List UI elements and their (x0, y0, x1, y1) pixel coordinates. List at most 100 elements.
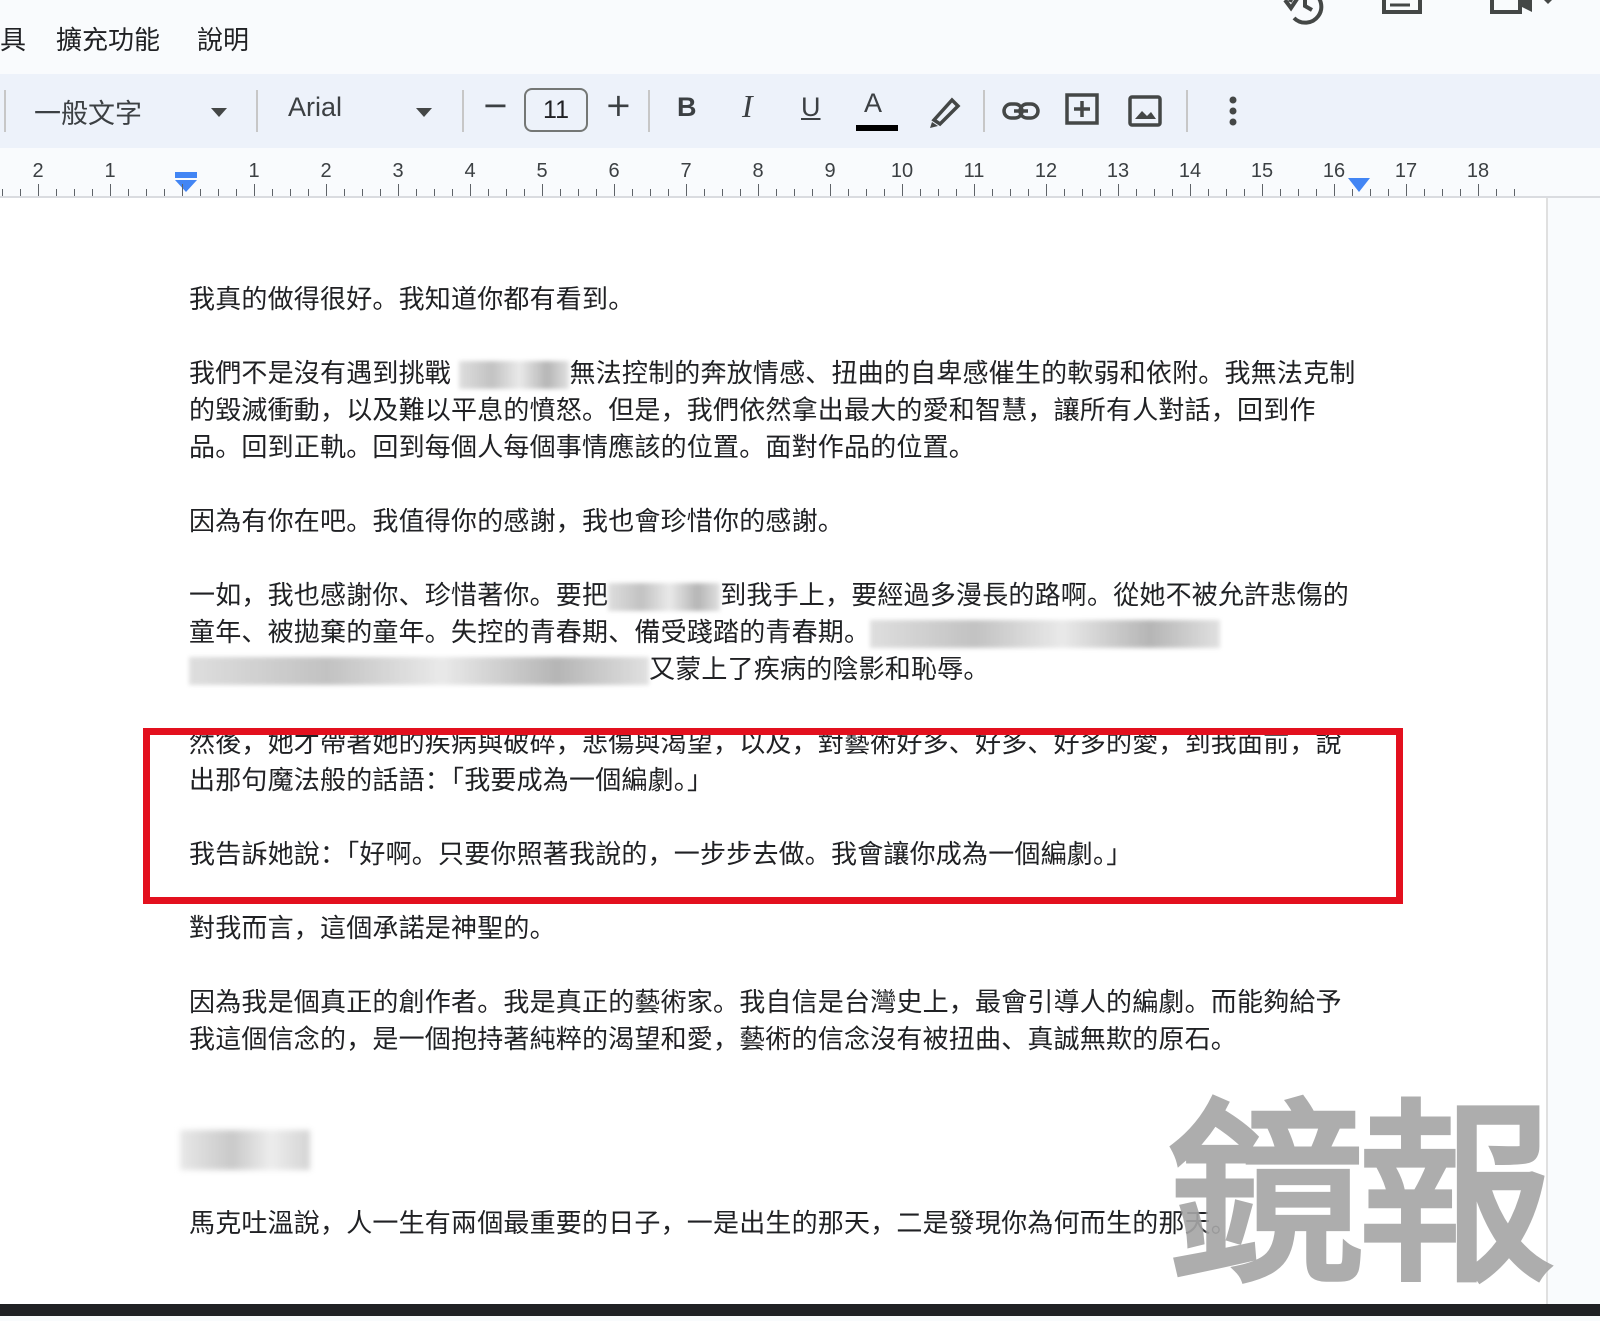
ruler-number: 2 (320, 160, 332, 182)
paragraph-1: 我真的做得很好。我知道你都有看到。 (189, 285, 635, 315)
ruler-tick (596, 189, 597, 196)
ruler-tick (668, 189, 669, 196)
ruler-tick (794, 189, 795, 196)
chevron-down-icon[interactable] (416, 108, 432, 117)
italic-button[interactable]: I (742, 88, 753, 125)
right-indent-marker-icon[interactable] (1346, 172, 1372, 194)
ruler-tick (398, 184, 399, 196)
bold-button[interactable]: B (677, 92, 697, 123)
increase-font-size-button[interactable]: + (605, 86, 632, 124)
horizontal-ruler[interactable]: 2 1 1 2 3 4 5 6 7 8 9 10 11 12 13 14 15 16 17 18 (0, 150, 1600, 198)
ruler-tick (434, 189, 435, 196)
font-family-select[interactable]: Arial (288, 92, 342, 123)
ruler-tick (146, 189, 147, 196)
ruler-tick (740, 189, 741, 196)
ruler-tick (1010, 189, 1011, 196)
ruler-tick (272, 189, 273, 196)
link-icon[interactable] (998, 88, 1044, 134)
ruler-number: 5 (536, 160, 548, 182)
text-color-swatch (856, 125, 898, 131)
ruler-tick (38, 184, 39, 196)
ruler-tick (128, 189, 129, 196)
ruler-tick (1442, 189, 1443, 196)
paragraph-4-end: 又蒙上了疾病的陰影和恥辱。 (649, 655, 990, 685)
version-history-icon[interactable] (1282, 0, 1328, 28)
menu-tools[interactable]: 具 (0, 20, 26, 57)
ruler-tick (902, 184, 903, 196)
menu-extensions[interactable]: 擴充功能 (56, 20, 160, 57)
ruler-tick (1208, 189, 1209, 196)
ruler-tick (1064, 189, 1065, 196)
ruler-tick (884, 189, 885, 196)
highlight-annotation-box (143, 728, 1403, 904)
ruler-tick (1352, 189, 1353, 196)
ruler-tick (1406, 184, 1407, 196)
ruler-tick (722, 189, 723, 196)
ruler-tick (20, 189, 21, 196)
ruler-number: 18 (1466, 160, 1490, 182)
ruler-tick (344, 189, 345, 196)
ruler-tick (632, 189, 633, 196)
ruler-tick (236, 189, 237, 196)
paragraph-4-start: 一如，我也感謝你、珍惜著你。要把 (189, 581, 609, 611)
ruler-tick (542, 184, 543, 196)
ruler-tick (200, 189, 201, 196)
font-size-input[interactable]: 11 (524, 88, 588, 132)
ruler-tick (1514, 189, 1515, 196)
ruler-tick (830, 184, 831, 196)
toolbar-divider (983, 90, 985, 132)
ruler-tick (686, 184, 687, 196)
insert-image-icon[interactable] (1122, 88, 1168, 134)
ruler-tick (1460, 189, 1461, 196)
ruler-tick (362, 189, 363, 196)
ruler-number: 11 (963, 160, 985, 182)
ruler-number: 7 (680, 160, 692, 182)
ruler-tick (326, 184, 327, 196)
redacted-text (870, 619, 1221, 648)
ruler-tick (1082, 189, 1083, 196)
ruler-tick (812, 189, 813, 196)
menu-help[interactable]: 說明 (197, 20, 249, 57)
highlight-pen-icon[interactable] (922, 88, 968, 134)
ruler-number: 1 (248, 160, 260, 182)
ruler-tick (938, 189, 939, 196)
menu-bar: 具 擴充功能 說明 (0, 0, 1600, 72)
ruler-tick (956, 189, 957, 196)
add-comment-icon[interactable] (1060, 88, 1106, 134)
ruler-tick (560, 189, 561, 196)
watermark-logo: 鏡報 (1168, 1083, 1554, 1311)
ruler-tick (1226, 189, 1227, 196)
ruler-tick (614, 184, 615, 196)
paragraph-2: 我們不是沒有遇到挑戰 無法控制的奔放情感、扭曲的自卑感催生的軟弱和依附。我無法克… (189, 356, 1359, 467)
ruler-tick (1172, 189, 1173, 196)
redacted-text (189, 656, 649, 685)
ruler-number: 10 (890, 160, 914, 182)
redacted-text (180, 1130, 310, 1170)
ruler-number: 2 (32, 160, 44, 182)
redacted-text (459, 360, 570, 389)
text-color-button[interactable]: A (864, 88, 882, 119)
ruler-tick (974, 184, 975, 196)
left-indent-marker-icon[interactable] (173, 172, 199, 194)
underline-button[interactable]: U (801, 92, 821, 123)
ruler-tick (758, 184, 759, 196)
decrease-font-size-button[interactable]: − (482, 86, 509, 124)
ruler-number: 6 (608, 160, 620, 182)
paragraph-3: 因為有你在吧。我值得你的感謝，我也會珍惜你的感謝。 (189, 507, 845, 537)
formatting-toolbar: 一般文字 Arial − 11 + B I U A (0, 74, 1600, 148)
toolbar-divider (4, 90, 6, 132)
more-options-icon[interactable] (1210, 88, 1256, 134)
ruler-tick (992, 189, 993, 196)
ruler-tick (380, 189, 381, 196)
comment-history-icon[interactable] (1380, 0, 1426, 28)
ruler-tick (416, 189, 417, 196)
meet-icon[interactable] (1488, 0, 1558, 28)
ruler-tick (56, 189, 57, 196)
paragraph-style-select[interactable]: 一般文字 (34, 92, 142, 131)
ruler-number: 14 (1178, 160, 1202, 182)
ruler-tick (164, 189, 165, 196)
toolbar-divider (462, 90, 464, 132)
paragraph-7: 對我而言，這個承諾是神聖的。 (189, 914, 556, 944)
chevron-down-icon[interactable] (211, 108, 227, 117)
ruler-tick (704, 189, 705, 196)
